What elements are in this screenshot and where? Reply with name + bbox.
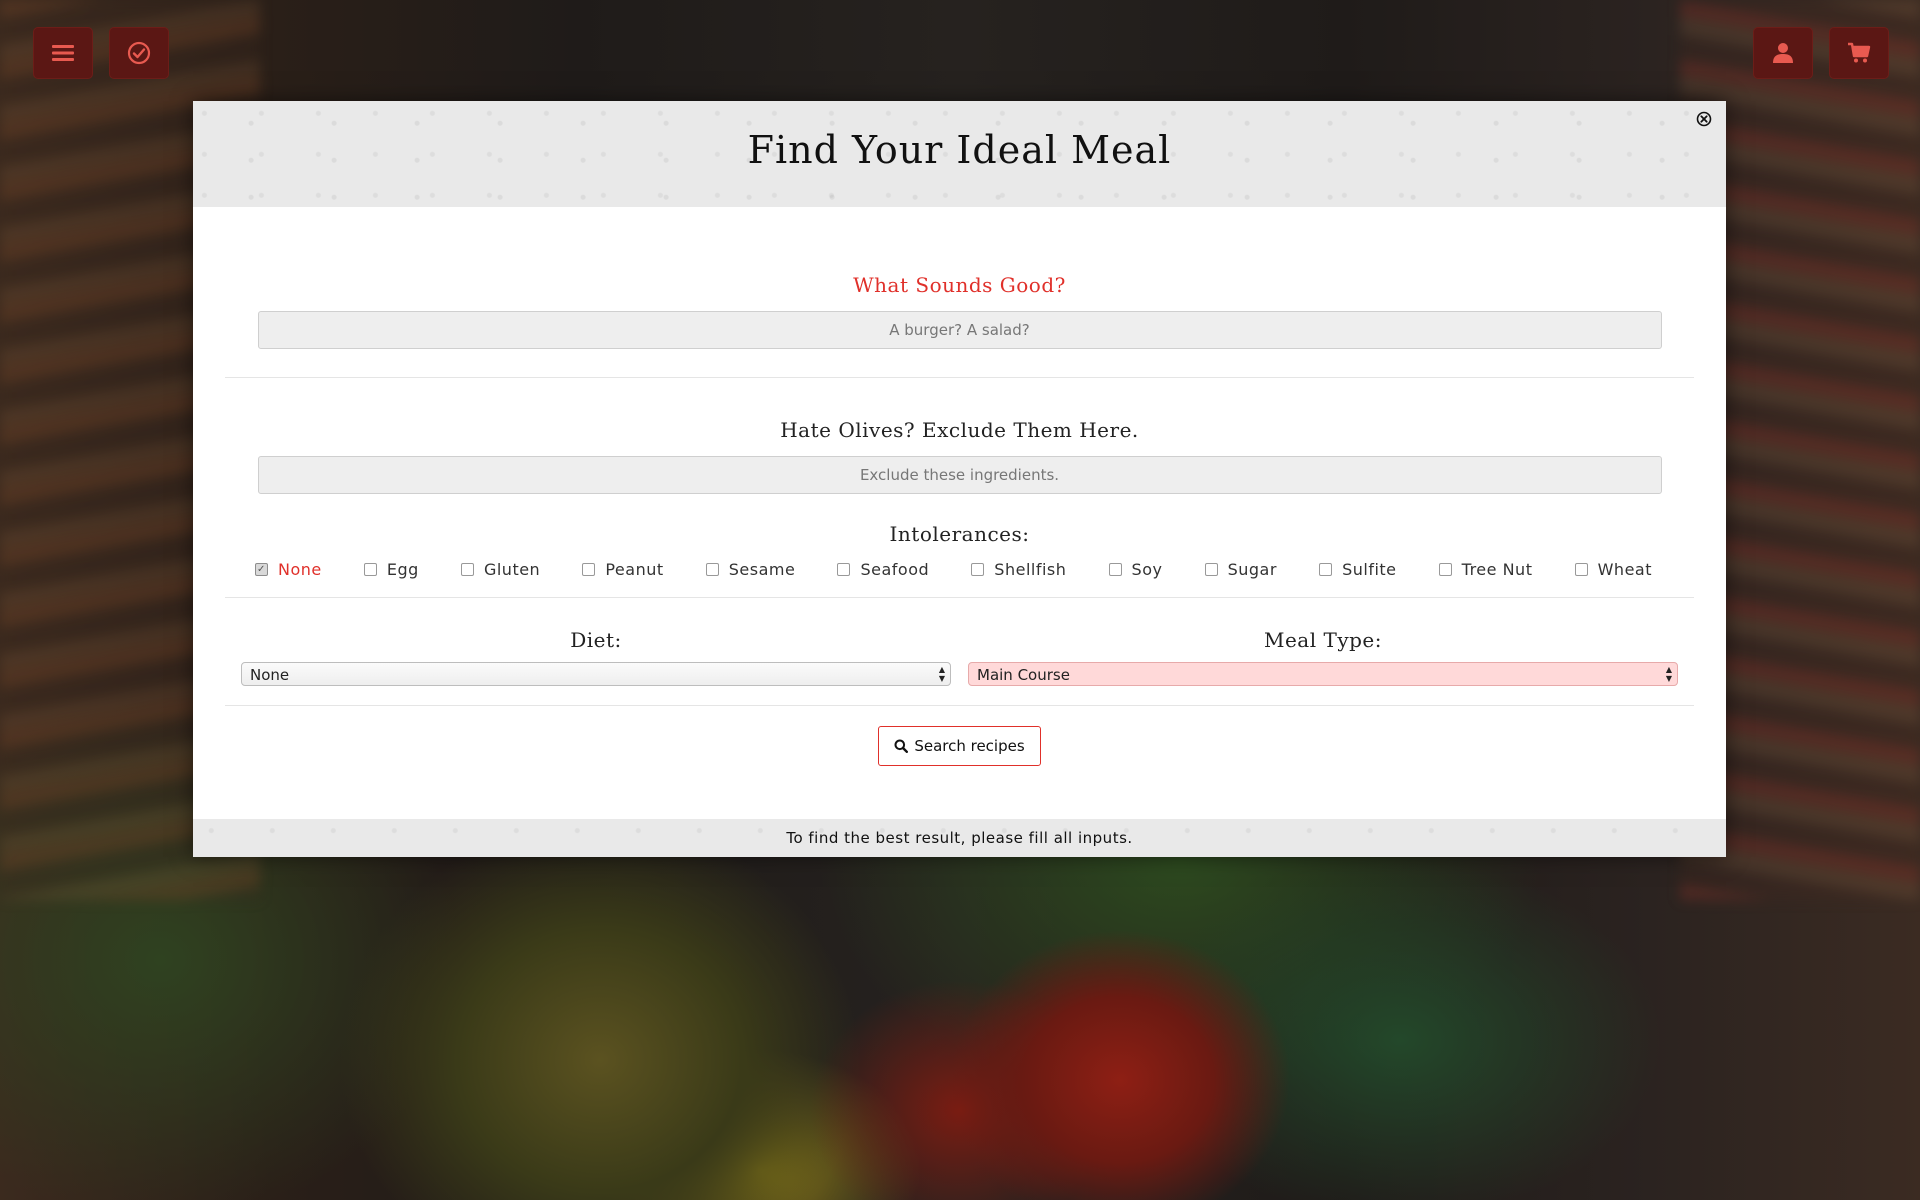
intolerance-shellfish[interactable]: Shellfish [971,560,1066,579]
intolerance-sugar[interactable]: Sugar [1204,560,1277,579]
diet-selected-value: None [250,666,290,684]
checkbox-shellfish[interactable] [971,563,985,576]
checkbox-sugar[interactable] [1204,563,1218,576]
meal-type-select[interactable]: Main Course ▲ ▼ [968,662,1678,686]
checkbox-peanut[interactable] [582,563,596,576]
query-label: What Sounds Good? [853,273,1066,297]
diet-mealtype-section: Diet: None ▲ ▼ Meal Type: Main Course ▲ ▼ [225,598,1694,706]
search-section: Search recipes [225,706,1694,798]
saved-recipes-button[interactable] [109,27,169,79]
intolerance-sulfite[interactable]: Sulfite [1319,560,1396,579]
intolerance-label: Peanut [605,560,664,579]
checkbox-tree-nut[interactable] [1438,563,1452,576]
diet-select[interactable]: None ▲ ▼ [241,662,951,686]
checkbox-sulfite[interactable] [1319,563,1333,576]
search-recipes-button[interactable]: Search recipes [878,726,1041,766]
query-input[interactable] [257,311,1662,349]
intolerance-none[interactable]: ✓ None [255,560,322,579]
shopping-cart-icon [1848,42,1871,63]
intolerance-label: Seafood [860,560,930,579]
close-button[interactable] [1696,111,1712,127]
diet-label: Diet: [570,628,622,652]
exclude-section: Hate Olives? Exclude Them Here. [225,378,1694,494]
intolerance-label: None [278,560,322,579]
checkbox-gluten[interactable] [460,563,474,576]
checkbox-wheat[interactable] [1574,563,1588,576]
checkbox-soy[interactable] [1108,563,1122,576]
modal-header: Find Your Ideal Meal [193,101,1726,207]
intolerance-label: Shellfish [994,560,1067,579]
intolerance-label: Gluten [483,560,541,579]
intolerance-seafood[interactable]: Seafood [837,560,929,579]
intolerance-label: Tree Nut [1461,560,1533,579]
intolerance-label: Soy [1131,560,1163,579]
menu-button[interactable] [33,27,93,79]
intolerance-egg[interactable]: Egg [363,560,419,579]
intolerance-gluten[interactable]: Gluten [460,560,541,579]
modal-footer: To find the best result, please fill all… [193,819,1726,857]
exclude-label: Hate Olives? Exclude Them Here. [780,418,1139,442]
exclude-input[interactable] [257,456,1662,494]
intolerance-label: Sesame [728,560,796,579]
meal-type-selected-value: Main Course [977,666,1070,684]
meal-type-column: Meal Type: Main Course ▲ ▼ [968,628,1678,686]
intolerance-wheat[interactable]: Wheat [1574,560,1652,579]
checkbox-seafood[interactable] [837,563,851,576]
intolerances-list: ✓ None Egg Gluten Peanut Sesame Seafood … [225,560,1694,579]
intolerance-label: Wheat [1597,560,1652,579]
user-account-button[interactable] [1753,27,1813,79]
intolerance-label: Sulfite [1342,560,1397,579]
checkbox-sesame[interactable] [705,563,719,576]
intolerance-soy[interactable]: Soy [1108,560,1163,579]
search-icon [894,739,909,753]
hamburger-menu-icon [52,45,74,61]
intolerance-sesame[interactable]: Sesame [705,560,796,579]
user-icon [1773,43,1793,63]
intolerance-label: Egg [386,560,419,579]
checkbox-egg[interactable] [363,563,377,576]
cart-button[interactable] [1829,27,1889,79]
intolerances-section: Intolerances: ✓ None Egg Gluten Peanut S… [225,494,1694,598]
diet-column: Diet: None ▲ ▼ [241,628,951,686]
checkbox-none[interactable]: ✓ [255,563,268,576]
intolerance-peanut[interactable]: Peanut [582,560,663,579]
close-circle-icon [1696,111,1712,127]
query-section: What Sounds Good? [225,207,1694,378]
meal-type-label: Meal Type: [1263,628,1382,652]
select-arrows-icon: ▲ ▼ [1665,665,1673,683]
intolerances-label: Intolerances: [889,522,1030,546]
check-circle-icon [127,41,151,65]
select-arrows-icon: ▲ ▼ [938,665,946,683]
intolerance-tree-nut[interactable]: Tree Nut [1438,560,1533,579]
modal-title: Find Your Ideal Meal [747,128,1172,172]
find-meal-modal: Find Your Ideal Meal What Sounds Good? H… [193,101,1726,857]
search-button-label: Search recipes [914,737,1025,755]
intolerance-label: Sugar [1227,560,1277,579]
